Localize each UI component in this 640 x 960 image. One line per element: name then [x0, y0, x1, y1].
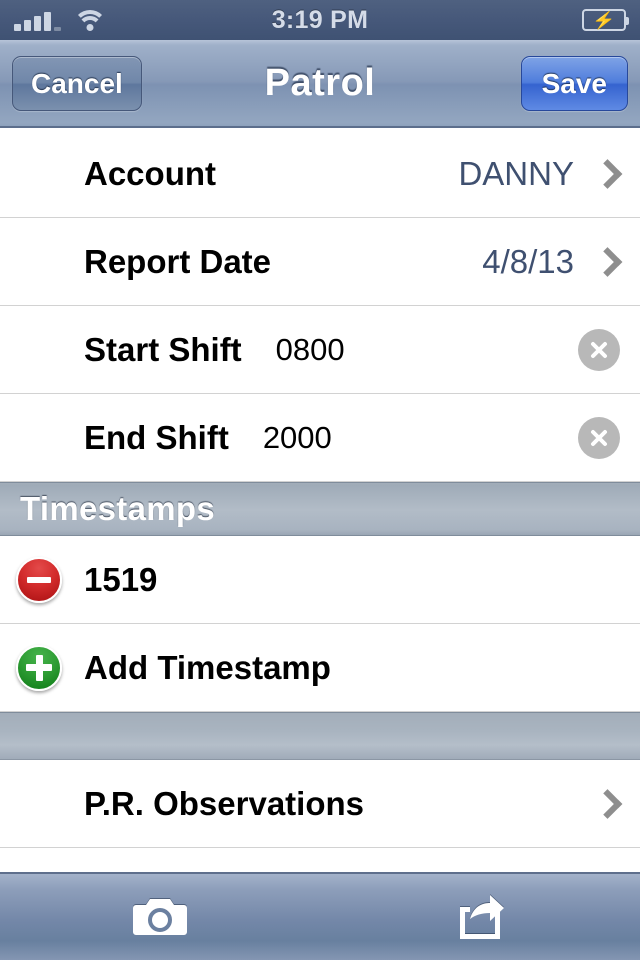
close-icon: [591, 429, 607, 446]
camera-icon: [133, 899, 187, 935]
section-header-timestamps: Timestamps: [0, 482, 640, 536]
row-label: Report Date: [84, 242, 272, 280]
end-shift-value[interactable]: 2000: [263, 420, 332, 456]
row-add-timestamp[interactable]: Add Timestamp: [0, 624, 640, 712]
row-end-shift[interactable]: End Shift 2000: [0, 394, 640, 482]
section-header-label: Timestamps: [20, 490, 215, 527]
timestamp-value: 1519: [84, 560, 158, 598]
add-timestamp-label: Add Timestamp: [84, 648, 331, 686]
add-timestamp-badge[interactable]: [16, 644, 62, 691]
row-detail-value: DANNY: [458, 154, 574, 192]
status-bar-clock: 3:19 PM: [271, 5, 369, 34]
app-screen: 3:19 PM ⚡ Cancel Patrol Save Account DAN…: [0, 0, 640, 960]
row-label: End Shift: [84, 418, 229, 456]
chevron-right-icon: [592, 158, 623, 189]
row-detail-value: 4/8/13: [482, 242, 574, 280]
camera-button[interactable]: [0, 874, 320, 960]
share-button[interactable]: [320, 874, 640, 960]
form-table: Account DANNY Report Date 4/8/13 Start S…: [0, 130, 640, 960]
status-bar-right: ⚡: [582, 9, 629, 31]
row-account[interactable]: Account DANNY: [0, 130, 640, 218]
battery-charging-icon: ⚡: [582, 9, 629, 31]
row-pr-observations[interactable]: P.R. Observations: [0, 760, 640, 848]
row-label: Start Shift: [84, 330, 242, 368]
section-spacer: [0, 712, 640, 760]
clear-end-shift-button[interactable]: [578, 416, 620, 459]
clear-start-shift-button[interactable]: [578, 328, 620, 371]
delete-timestamp-badge[interactable]: [16, 556, 62, 603]
chevron-right-icon: [592, 246, 623, 277]
row-label: P.R. Observations: [84, 784, 365, 822]
status-bar: 3:19 PM ⚡: [0, 0, 640, 40]
start-shift-value[interactable]: 0800: [276, 332, 345, 368]
bottom-toolbar: [0, 872, 640, 960]
row-timestamp-entry[interactable]: 1519: [0, 536, 640, 624]
save-button[interactable]: Save: [520, 56, 628, 111]
row-label: Account: [84, 154, 216, 192]
row-report-date[interactable]: Report Date 4/8/13: [0, 218, 640, 306]
close-icon: [591, 341, 607, 358]
chevron-right-icon: [592, 788, 623, 819]
row-start-shift[interactable]: Start Shift 0800: [0, 306, 640, 394]
navigation-bar: Cancel Patrol Save: [0, 40, 640, 128]
share-icon: [460, 895, 504, 939]
